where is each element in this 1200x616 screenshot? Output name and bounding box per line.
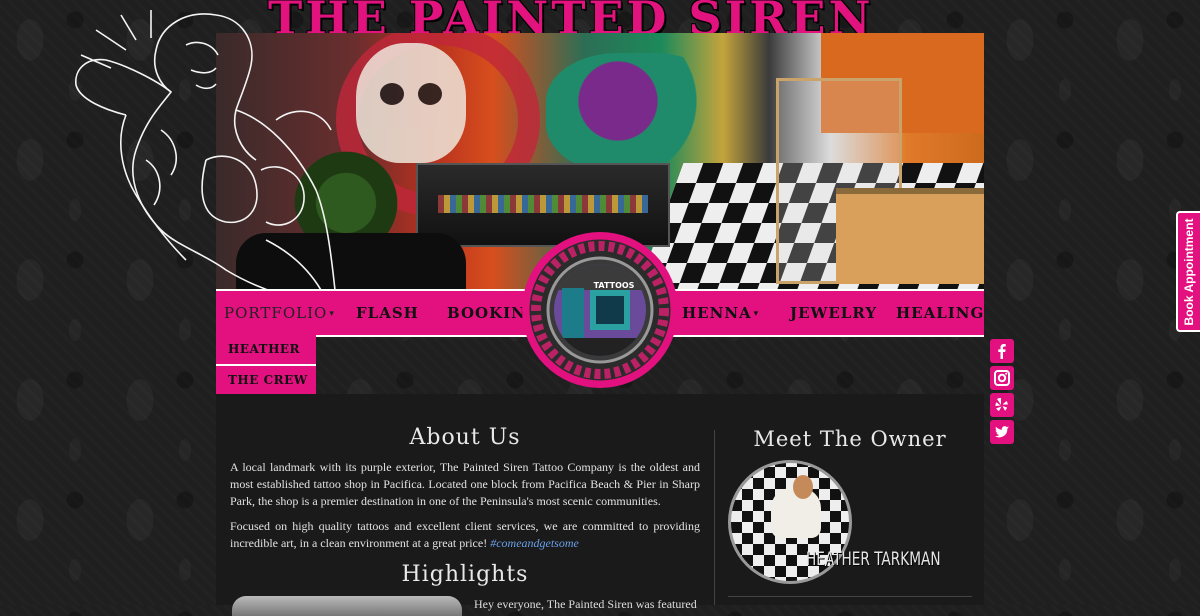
owner-name[interactable]: HEATHER TARKMAN	[806, 548, 941, 570]
nav-item-jewelry[interactable]: JEWELRY	[790, 291, 877, 335]
social-links	[990, 339, 1014, 447]
medallion-sign-text: TATTOOS	[594, 281, 635, 290]
storefront-medallion[interactable]: TATTOOS	[520, 230, 680, 390]
book-appointment-label: Book Appointment	[1182, 218, 1196, 325]
highlights-title: Highlights	[401, 562, 529, 587]
instagram-icon[interactable]	[990, 366, 1014, 390]
book-appointment-tab[interactable]: Book Appointment	[1176, 211, 1200, 332]
facebook-icon[interactable]	[990, 339, 1014, 363]
about-paragraph-2: Focused on high quality tattoos and exce…	[230, 519, 700, 550]
dropdown-item-the-crew[interactable]: THE CREW	[216, 366, 316, 397]
hashtag-link[interactable]: #comeandgetsome	[490, 536, 579, 550]
chevron-down-icon: ▾	[753, 309, 760, 319]
siren-line-art	[75, 10, 337, 301]
owner-divider	[728, 596, 972, 597]
highlight-image[interactable]	[232, 596, 462, 616]
yelp-icon[interactable]	[990, 393, 1014, 417]
about-title: About Us	[409, 425, 521, 450]
nav-item-healing[interactable]: HEALING	[896, 291, 984, 335]
about-paragraph-1: A local landmark with its purple exterio…	[230, 460, 700, 508]
dropdown-item-heather[interactable]: HEATHER	[216, 335, 316, 366]
nav-item-portfolio[interactable]: PORTFOLIO ▾	[224, 291, 335, 335]
nav-item-henna[interactable]: HENNA ▾	[682, 291, 759, 335]
portfolio-dropdown: HEATHER THE CREW	[216, 335, 316, 397]
chevron-down-icon: ▾	[329, 309, 335, 319]
owner-title: Meet The Owner	[753, 427, 947, 451]
nav-item-flash[interactable]: FLASH	[356, 291, 419, 335]
twitter-icon[interactable]	[990, 420, 1014, 444]
column-divider	[714, 430, 715, 605]
